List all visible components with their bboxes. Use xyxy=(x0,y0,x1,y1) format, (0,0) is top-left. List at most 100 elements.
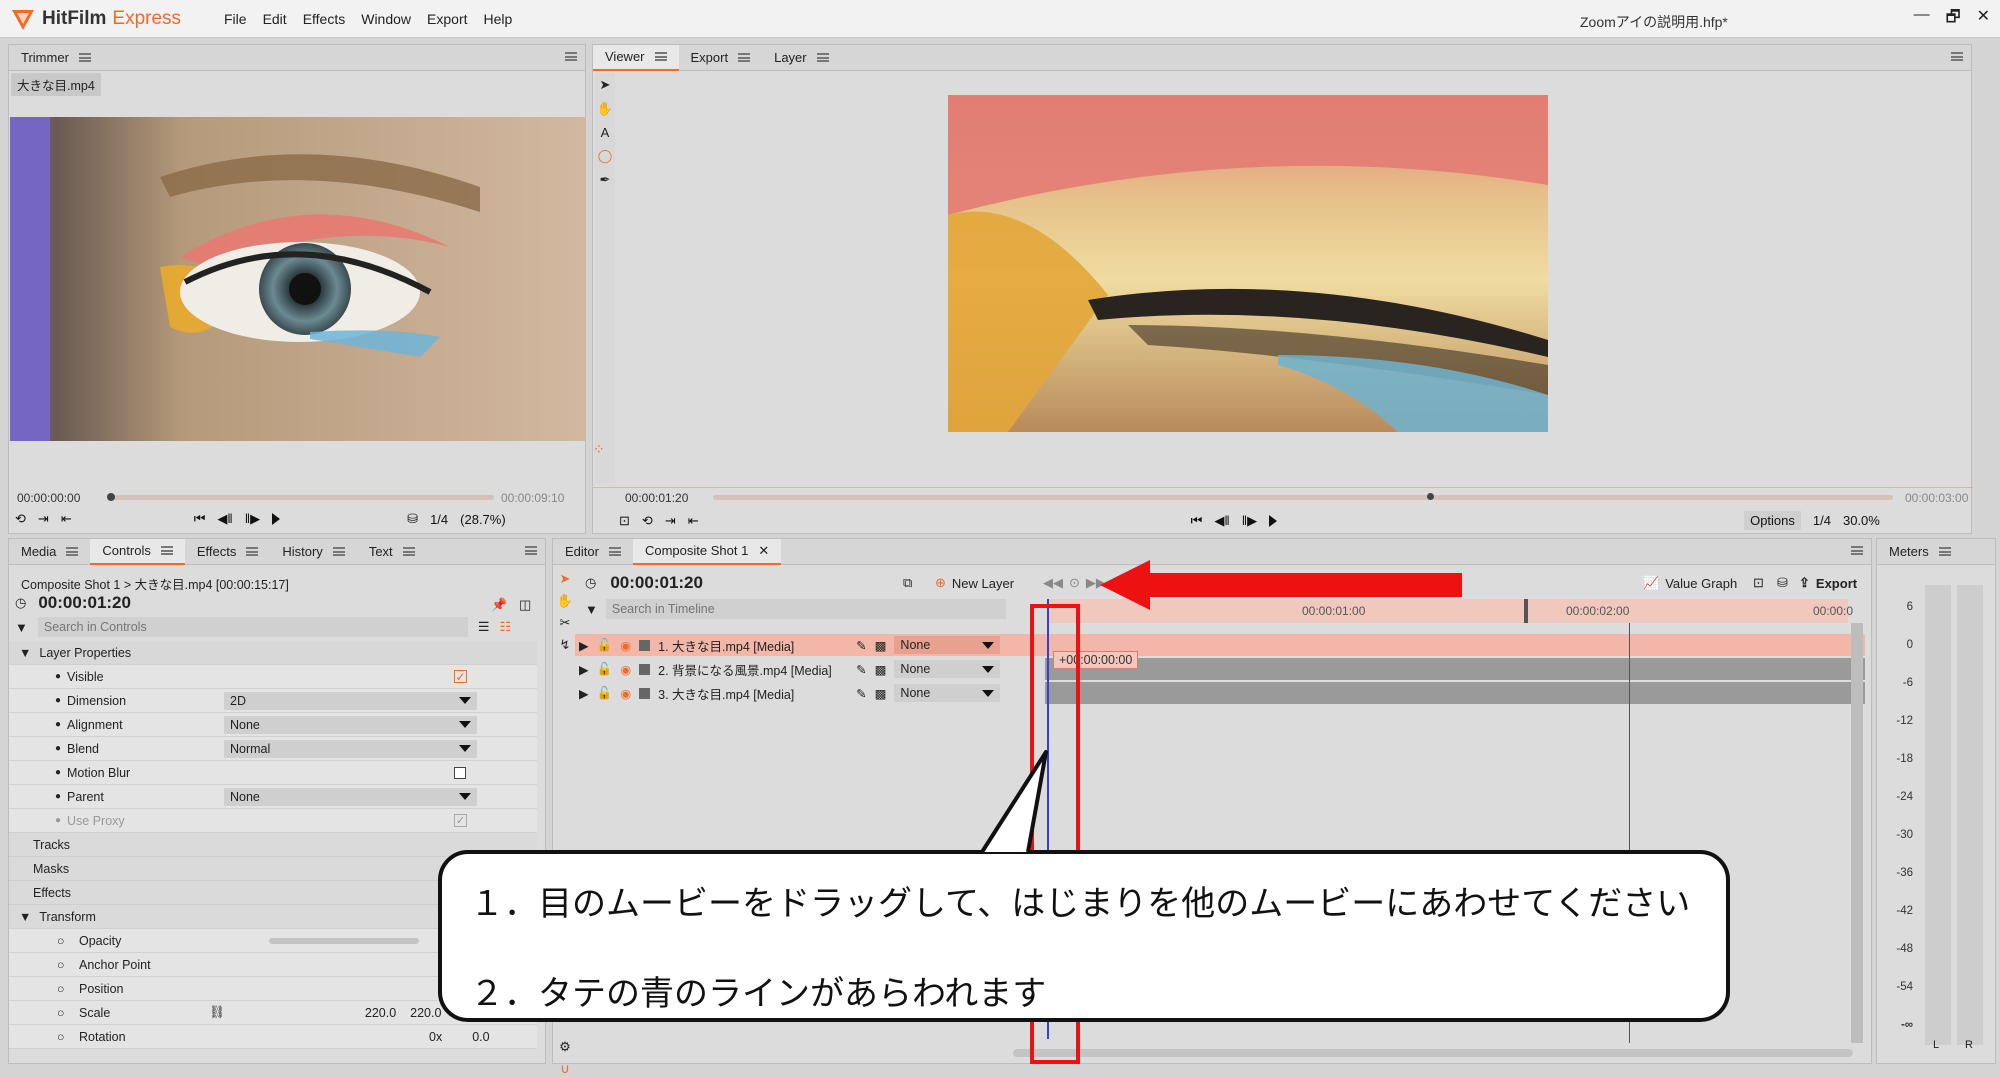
restore-button[interactable]: 🗗 xyxy=(1946,6,1961,33)
visibility-eye-icon[interactable]: ◉ xyxy=(620,662,631,677)
keyframe-icon[interactable]: ○ xyxy=(57,934,65,948)
lock-icon[interactable]: 🔓 xyxy=(597,686,613,701)
proxy-icon[interactable]: ⧉ xyxy=(903,575,912,591)
insert-icon[interactable]: ⇥ xyxy=(665,513,676,529)
play-icon[interactable] xyxy=(1269,514,1278,527)
hand-tool-icon[interactable]: ✋ xyxy=(597,101,613,117)
layer-blend-dropdown[interactable]: None xyxy=(894,660,1001,678)
tab-trimmer[interactable]: Trimmer xyxy=(9,45,103,71)
menu-export[interactable]: Export xyxy=(427,11,467,27)
keyframe-icon[interactable]: ○ xyxy=(57,982,65,996)
timeline-search-input[interactable] xyxy=(605,599,1006,619)
list-view-icon[interactable]: ☰ xyxy=(478,619,490,635)
layer-blend-dropdown[interactable]: None xyxy=(894,636,1001,654)
ellipse-tool-icon[interactable]: ◯ xyxy=(598,148,613,164)
select-tool-icon[interactable]: ➤ xyxy=(600,77,611,93)
loop-icon[interactable]: ⟲ xyxy=(642,513,653,529)
value-graph-button[interactable]: 📈 Value Graph xyxy=(1643,575,1737,591)
expand-arrow-icon[interactable]: ▶ xyxy=(579,662,589,677)
tab-text[interactable]: Text xyxy=(357,539,427,565)
keyframe-icon[interactable]: ○ xyxy=(57,1030,65,1044)
layer-row[interactable]: ▶ 🔓 ◉ 3. 大きな目.mp4 [Media] ✎ ▩ None xyxy=(575,682,1865,704)
zoom-select[interactable]: (28.7%) xyxy=(460,512,506,527)
tab-layer[interactable]: Layer xyxy=(762,45,841,71)
close-tab-icon[interactable]: ✕ xyxy=(758,543,769,559)
settings-icon[interactable]: ⚙ xyxy=(559,1039,571,1055)
ripple-tool-icon[interactable]: ↯ xyxy=(560,637,571,653)
panel-menu-icon[interactable] xyxy=(525,546,537,555)
pin-icon[interactable]: 📌 xyxy=(491,597,507,613)
tab-history[interactable]: History xyxy=(270,539,356,565)
edit-icon[interactable]: ✎ xyxy=(856,638,866,653)
lock-icon[interactable]: 🔓 xyxy=(597,662,613,677)
trimmer-scrub-bar[interactable] xyxy=(109,495,494,500)
zoom-fit-icon[interactable]: ⊡ xyxy=(1753,575,1764,591)
step-forward-icon[interactable]: ‖▶ xyxy=(1242,513,1257,529)
dimension-dropdown[interactable]: 2D xyxy=(224,691,477,710)
editor-timecode[interactable]: 00:00:01:20 xyxy=(610,573,703,593)
visibility-eye-icon[interactable]: ◉ xyxy=(620,686,631,701)
layer-clip-bar[interactable] xyxy=(1045,658,1865,680)
insert-icon[interactable]: ⇥ xyxy=(38,511,49,527)
panel-menu-icon[interactable] xyxy=(1951,52,1963,61)
viewer-scrub-bar[interactable] xyxy=(713,495,1893,500)
layer-properties-header[interactable]: ▼ Layer Properties xyxy=(9,641,537,665)
edit-icon[interactable]: ✎ xyxy=(856,662,866,677)
link-icon[interactable]: ⛓ xyxy=(209,1005,225,1020)
safe-area-icon[interactable]: ⊡ xyxy=(619,513,630,529)
rotation-turns-value[interactable]: 0x xyxy=(429,1030,442,1044)
add-keyframe-icon[interactable]: ⊙ xyxy=(1069,575,1080,591)
menu-help[interactable]: Help xyxy=(484,11,513,27)
text-tool-icon[interactable]: A xyxy=(601,125,610,140)
timeline-hscroll[interactable] xyxy=(1013,1049,1853,1057)
scale-y-value[interactable]: 220.0 xyxy=(410,1006,441,1020)
lock-icon[interactable]: 🔓 xyxy=(597,638,613,653)
panel-menu-icon[interactable] xyxy=(1851,546,1863,555)
layer-row[interactable]: ▶ 🔓 ◉ 2. 背景になる風景.mp4 [Media] ✎ ▩ None xyxy=(575,658,1865,680)
overlay-icon[interactable]: ⇤ xyxy=(688,513,699,529)
layer-row[interactable]: ▶ 🔓 ◉ 1. 大きな目.mp4 [Media] ✎ ▩ None xyxy=(575,634,1865,656)
pen-tool-icon[interactable]: ✒ xyxy=(600,172,611,188)
menu-window[interactable]: Window xyxy=(361,11,411,27)
visibility-eye-icon[interactable]: ◉ xyxy=(620,638,631,653)
viewer-scrub-handle[interactable] xyxy=(1427,493,1434,500)
menu-edit[interactable]: Edit xyxy=(263,11,287,27)
keyframe-icon[interactable]: ○ xyxy=(57,1006,65,1020)
timeline-vscroll[interactable] xyxy=(1851,623,1863,1043)
overlay-icon[interactable]: ⇤ xyxy=(61,511,72,527)
hand-tool-icon[interactable]: ✋ xyxy=(557,593,573,609)
snap-icon[interactable]: ∪ xyxy=(560,1061,570,1077)
panel-menu-icon[interactable] xyxy=(565,52,577,61)
slice-tool-icon[interactable]: ✂ xyxy=(560,615,571,631)
layer-clip-bar[interactable] xyxy=(1045,682,1865,704)
controls-timecode[interactable]: 00:00:01:20 xyxy=(38,593,131,613)
alignment-dropdown[interactable]: None xyxy=(224,715,477,734)
trimmer-file-tab[interactable]: 大きな目.mp4 xyxy=(11,73,101,96)
options-dropdown[interactable]: Options xyxy=(1744,511,1801,530)
play-icon[interactable] xyxy=(272,513,281,525)
resolution-select[interactable]: 1/4 xyxy=(1813,513,1831,528)
resolution-select[interactable]: 1/4 xyxy=(430,512,448,527)
tab-controls[interactable]: Controls xyxy=(90,538,185,565)
expand-arrow-icon[interactable]: ▶ xyxy=(579,686,589,701)
step-back-icon[interactable]: ◀‖ xyxy=(1214,513,1229,529)
visible-checkbox[interactable]: ✓ xyxy=(454,670,467,684)
grid-view-icon[interactable]: ☷ xyxy=(500,619,512,635)
keyframe-icon[interactable]: ○ xyxy=(57,958,65,972)
close-button[interactable]: ✕ xyxy=(1977,6,1990,33)
select-tool-icon[interactable]: ➤ xyxy=(560,571,571,587)
expand-arrow-icon[interactable]: ▶ xyxy=(579,638,589,653)
menu-file[interactable]: File xyxy=(224,11,247,27)
trimmer-scrub-handle[interactable] xyxy=(107,493,115,501)
tab-export[interactable]: Export xyxy=(679,45,763,71)
controls-search-input[interactable] xyxy=(37,617,468,637)
render-icon[interactable]: ⛁ xyxy=(1777,575,1788,591)
loop-icon[interactable]: ⟲ xyxy=(15,511,26,527)
tab-meters[interactable]: Meters xyxy=(1877,539,1963,565)
tab-editor[interactable]: Editor xyxy=(553,539,633,565)
export-button[interactable]: ⇪ Export xyxy=(1799,575,1857,591)
mask-icon[interactable]: ▩ xyxy=(875,638,887,653)
work-area-marker[interactable] xyxy=(1524,599,1528,623)
compare-icon[interactable]: ⛁ xyxy=(407,511,418,527)
blend-dropdown[interactable]: Normal xyxy=(224,739,477,758)
